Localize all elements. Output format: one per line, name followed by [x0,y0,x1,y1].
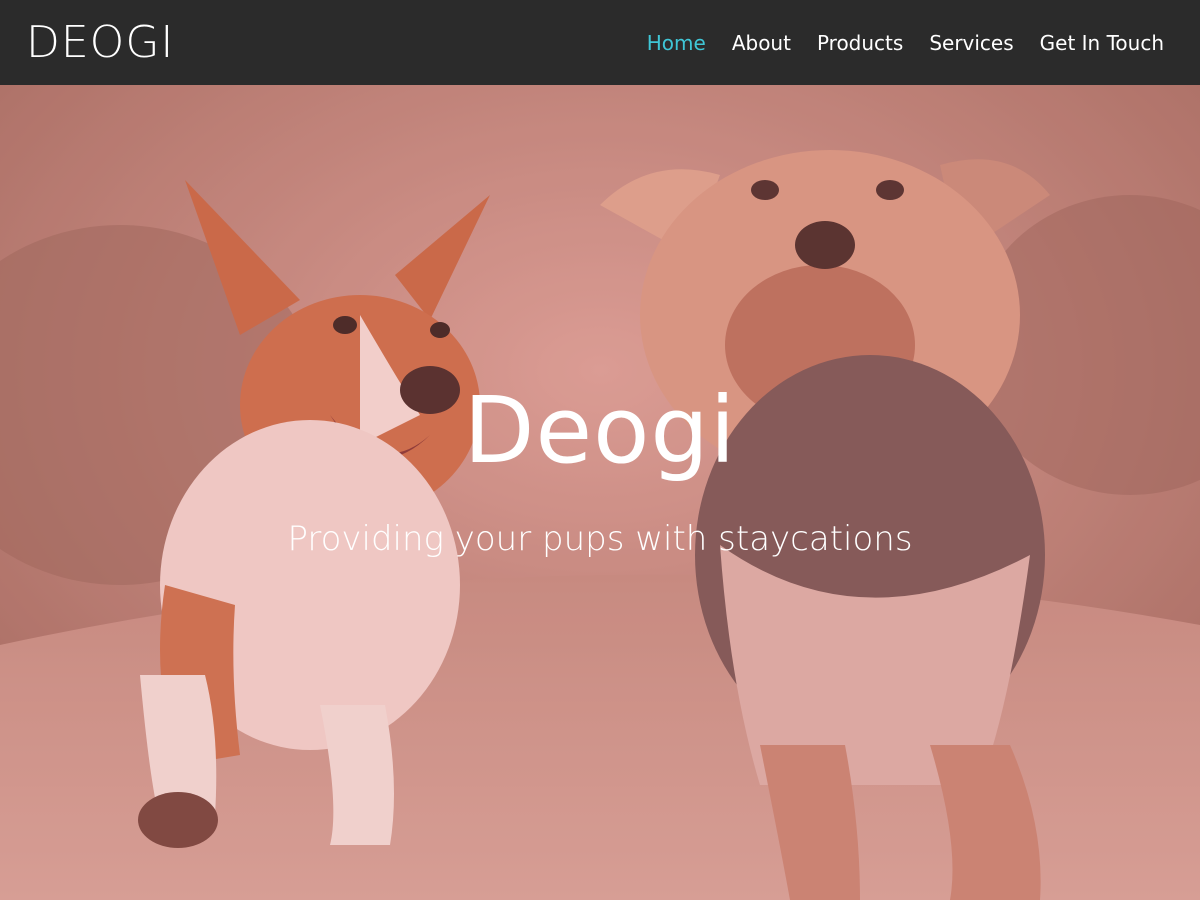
hero-title: Deogi [463,377,737,484]
hero-background-image [0,85,1200,900]
main-navigation: Home About Products Services Get In Touc… [647,31,1164,55]
top-navbar: DEOGI Home About Products Services Get I… [0,0,1200,85]
nav-link-products[interactable]: Products [817,31,903,55]
nav-link-services[interactable]: Services [929,31,1013,55]
nav-link-home[interactable]: Home [647,31,706,55]
hero-section: Deogi Providing your pups with staycatio… [0,85,1200,900]
nav-link-get-in-touch[interactable]: Get In Touch [1040,31,1164,55]
nav-link-about[interactable]: About [732,31,791,55]
site-logo[interactable]: DEOGI [26,20,174,65]
hero-subtitle: Providing your pups with staycations [287,519,913,559]
